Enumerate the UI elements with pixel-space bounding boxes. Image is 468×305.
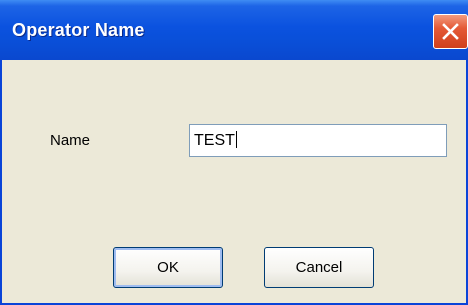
text-caret xyxy=(235,131,237,148)
close-icon xyxy=(442,23,459,40)
close-button[interactable] xyxy=(433,14,468,49)
operator-name-dialog: Operator Name Name TEST OK Cancel xyxy=(0,0,468,305)
title-bar[interactable]: Operator Name xyxy=(0,0,468,60)
window-title: Operator Name xyxy=(12,20,145,40)
ok-button[interactable]: OK xyxy=(113,247,223,288)
cancel-button[interactable]: Cancel xyxy=(264,247,374,288)
name-input[interactable]: TEST xyxy=(189,124,447,157)
name-label: Name xyxy=(50,132,91,149)
name-input-value: TEST xyxy=(194,132,235,149)
